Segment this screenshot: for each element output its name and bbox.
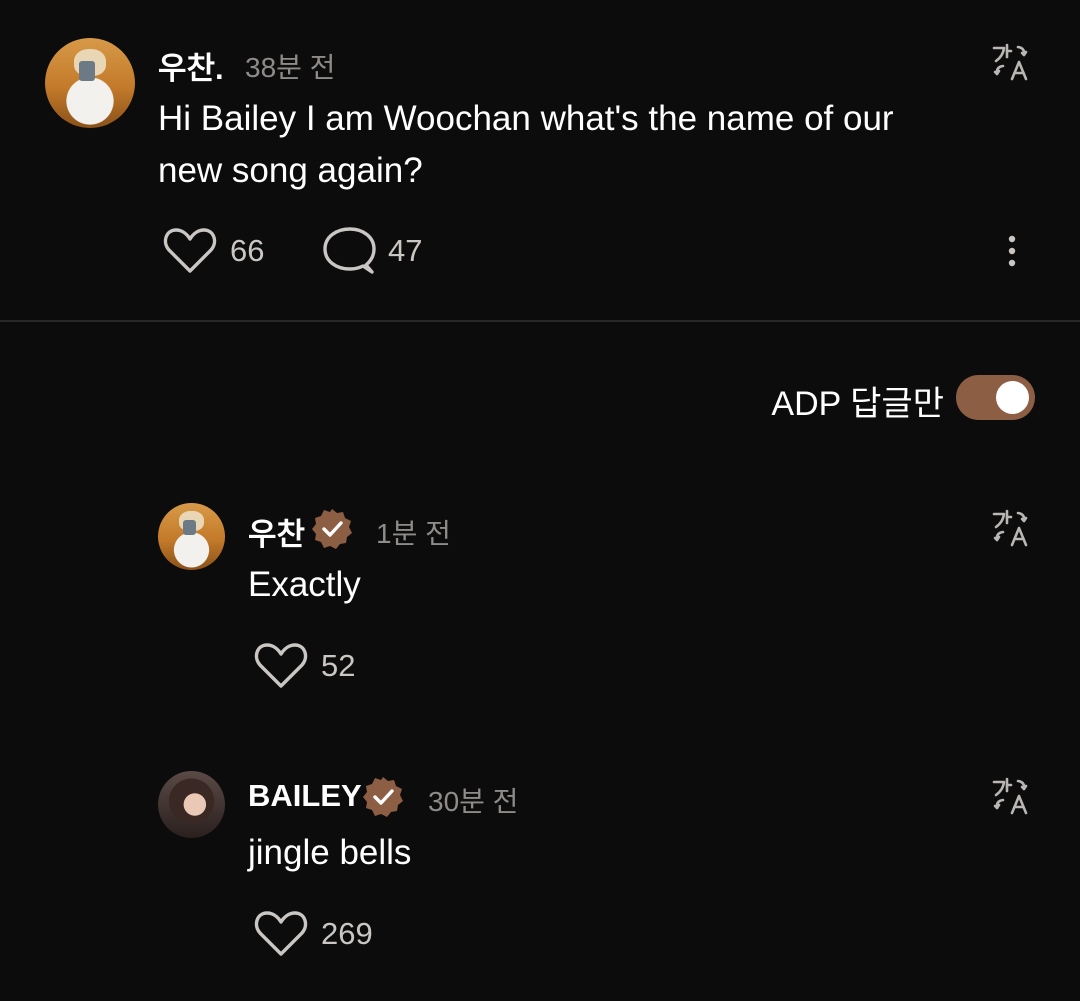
- translate-icon[interactable]: [990, 508, 1032, 548]
- verified-badge-icon: [312, 509, 352, 549]
- reply-author-avatar[interactable]: [158, 771, 225, 838]
- comment-bubble-icon[interactable]: [322, 226, 376, 276]
- more-vertical-icon[interactable]: [1004, 234, 1020, 268]
- reply-author-avatar[interactable]: [158, 503, 225, 570]
- heart-icon[interactable]: [163, 226, 217, 276]
- reply-timestamp: 30분 전: [428, 786, 519, 817]
- artist-replies-toggle[interactable]: [956, 375, 1035, 420]
- reply-author-name[interactable]: BAILEY: [248, 778, 362, 814]
- post-like-count: 66: [230, 233, 265, 268]
- reply-like-count: 52: [321, 648, 356, 683]
- toggle-knob: [996, 381, 1029, 414]
- post-timestamp: 38분 전: [245, 52, 336, 83]
- reply-timestamp: 1분 전: [376, 518, 451, 549]
- reply-text: jingle bells: [248, 833, 412, 872]
- translate-icon[interactable]: [990, 42, 1032, 82]
- heart-icon[interactable]: [254, 909, 308, 959]
- reply-like-count: 269: [321, 916, 373, 951]
- post-author-name[interactable]: 우찬.: [158, 43, 224, 88]
- post-text: Hi Bailey I am Woochan what's the name o…: [158, 99, 894, 190]
- verified-badge-icon: [363, 777, 403, 817]
- artist-replies-filter-label: ADP 답글만: [771, 385, 944, 423]
- reply-text: Exactly: [248, 565, 361, 604]
- section-divider: [0, 320, 1080, 322]
- heart-icon[interactable]: [254, 641, 308, 691]
- post-comment-count: 47: [388, 233, 423, 268]
- translate-icon[interactable]: [990, 776, 1032, 816]
- comments-screen: 우찬. 38분 전 Hi Bailey I am Woochan what's …: [0, 0, 1080, 1001]
- post-author-avatar[interactable]: [45, 38, 135, 128]
- reply-author-name[interactable]: 우찬: [248, 509, 305, 554]
